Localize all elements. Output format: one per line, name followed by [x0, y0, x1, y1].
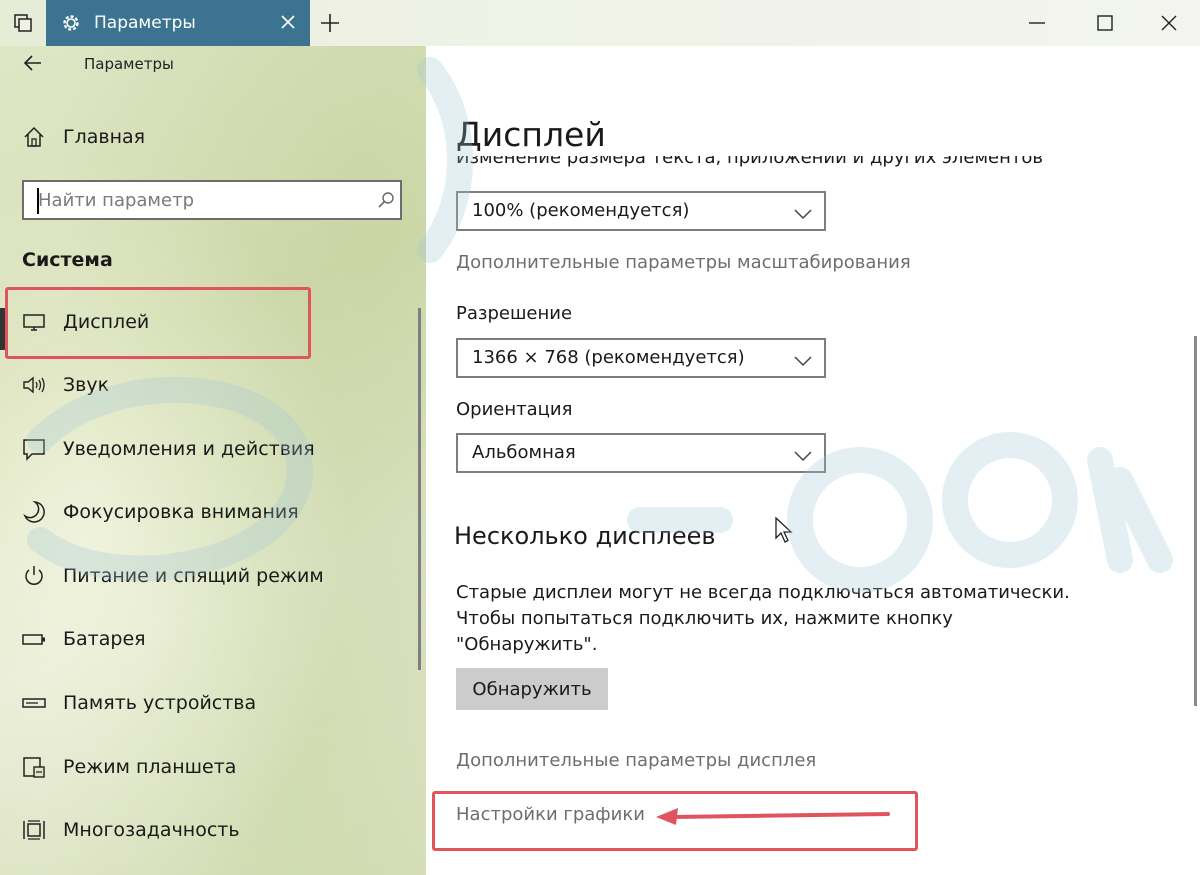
- gear-icon: [60, 12, 82, 38]
- sidebar-item-label: Главная: [63, 126, 146, 148]
- sidebar-item-label: Многозадачность: [63, 819, 240, 841]
- sidebar-item-sound[interactable]: Звук: [0, 359, 426, 411]
- search-field[interactable]: [22, 180, 402, 220]
- tab-switcher-icon[interactable]: [0, 0, 46, 46]
- resolution-dropdown[interactable]: 1366 × 768 (рекомендуется): [456, 338, 826, 378]
- description-line: Чтобы попытаться подключить их, нажмите …: [456, 608, 953, 629]
- scale-value: 100% (рекомендуется): [472, 200, 690, 221]
- tab-settings[interactable]: Параметры: [46, 0, 310, 46]
- settings-window: Параметры Параметры Главная Найти параме…: [0, 0, 1200, 875]
- tablet-icon: [22, 755, 46, 779]
- notification-icon: [22, 437, 46, 461]
- battery-icon: [22, 627, 46, 651]
- moon-icon: [22, 500, 46, 524]
- scale-label-text: Изменение размера текста, приложений и д…: [456, 156, 1043, 168]
- search-icon[interactable]: [376, 190, 396, 214]
- sidebar-item-notifications[interactable]: Уведомления и действия: [0, 423, 426, 475]
- sidebar-item-tablet-mode[interactable]: Режим планшета: [0, 741, 426, 793]
- content-scrollbar[interactable]: [1194, 336, 1197, 706]
- sidebar-item-focus-assist[interactable]: Фокусировка внимания: [0, 486, 426, 538]
- sidebar-item-label: Звук: [63, 374, 110, 396]
- page-title: Дисплей: [456, 115, 606, 154]
- title-bar: Параметры: [0, 0, 1200, 46]
- power-icon: [22, 564, 46, 588]
- sidebar-item-label: Память устройства: [63, 692, 257, 714]
- speaker-icon: [22, 373, 46, 397]
- advanced-display-link[interactable]: Дополнительные параметры дисплея: [456, 750, 816, 772]
- detect-button[interactable]: Обнаружить: [456, 668, 608, 710]
- content-pane: Дисплей Изменение размера текста, прилож…: [426, 46, 1200, 875]
- search-input[interactable]: [38, 187, 358, 213]
- storage-icon: [22, 691, 46, 715]
- sidebar-item-label: Фокусировка внимания: [63, 501, 299, 523]
- close-tab-icon[interactable]: [280, 14, 296, 34]
- minimize-icon[interactable]: [1026, 12, 1048, 38]
- tab-title: Параметры: [94, 13, 196, 33]
- multiple-displays-title: Несколько дисплеев: [454, 522, 716, 550]
- chevron-down-icon: [794, 352, 812, 371]
- resolution-label: Разрешение: [456, 303, 573, 324]
- orientation-value: Альбомная: [472, 442, 576, 463]
- annotation-arrow-icon: [652, 802, 892, 830]
- text-caret: [37, 188, 39, 214]
- multiple-displays-description: Старые дисплеи могут не всегда подключат…: [456, 580, 1070, 658]
- sidebar-item-label: Режим планшета: [63, 756, 237, 778]
- sidebar-item-label: Питание и спящий режим: [63, 565, 324, 587]
- multitasking-icon: [22, 818, 46, 842]
- back-arrow-icon[interactable]: [22, 52, 44, 78]
- sidebar: Параметры Главная Система Дисплей: [0, 46, 426, 875]
- maximize-icon[interactable]: [1094, 12, 1116, 38]
- sidebar-item-storage[interactable]: Память устройства: [0, 677, 426, 729]
- orientation-label: Ориентация: [456, 399, 573, 420]
- sidebar-item-multitasking[interactable]: Многозадачность: [0, 804, 426, 856]
- sidebar-item-battery[interactable]: Батарея: [0, 613, 426, 665]
- sidebar-item-power-sleep[interactable]: Питание и спящий режим: [0, 550, 426, 602]
- description-line: "Обнаружить".: [456, 634, 598, 655]
- orientation-dropdown[interactable]: Альбомная: [456, 433, 826, 473]
- home-icon: [22, 125, 46, 149]
- close-window-icon[interactable]: [1158, 12, 1180, 38]
- chevron-down-icon: [794, 447, 812, 466]
- chevron-down-icon: [794, 205, 812, 224]
- annotation-highlight-display: [5, 287, 311, 359]
- scale-label: Изменение размера текста, приложений и д…: [456, 156, 1076, 176]
- sidebar-item-label: Батарея: [63, 628, 146, 650]
- description-line: Старые дисплеи могут не всегда подключат…: [456, 582, 1070, 603]
- sidebar-item-home[interactable]: Главная: [0, 111, 426, 163]
- section-header: Система: [22, 249, 113, 271]
- plus-icon[interactable]: [318, 11, 342, 39]
- scale-dropdown[interactable]: 100% (рекомендуется): [456, 191, 826, 231]
- resolution-value: 1366 × 768 (рекомендуется): [472, 347, 745, 368]
- sidebar-scrollbar[interactable]: [418, 308, 421, 670]
- sidebar-item-label: Уведомления и действия: [63, 438, 315, 460]
- mouse-cursor-icon: [774, 516, 794, 548]
- advanced-scaling-link[interactable]: Дополнительные параметры масштабирования: [456, 252, 911, 274]
- app-title: Параметры: [84, 55, 174, 73]
